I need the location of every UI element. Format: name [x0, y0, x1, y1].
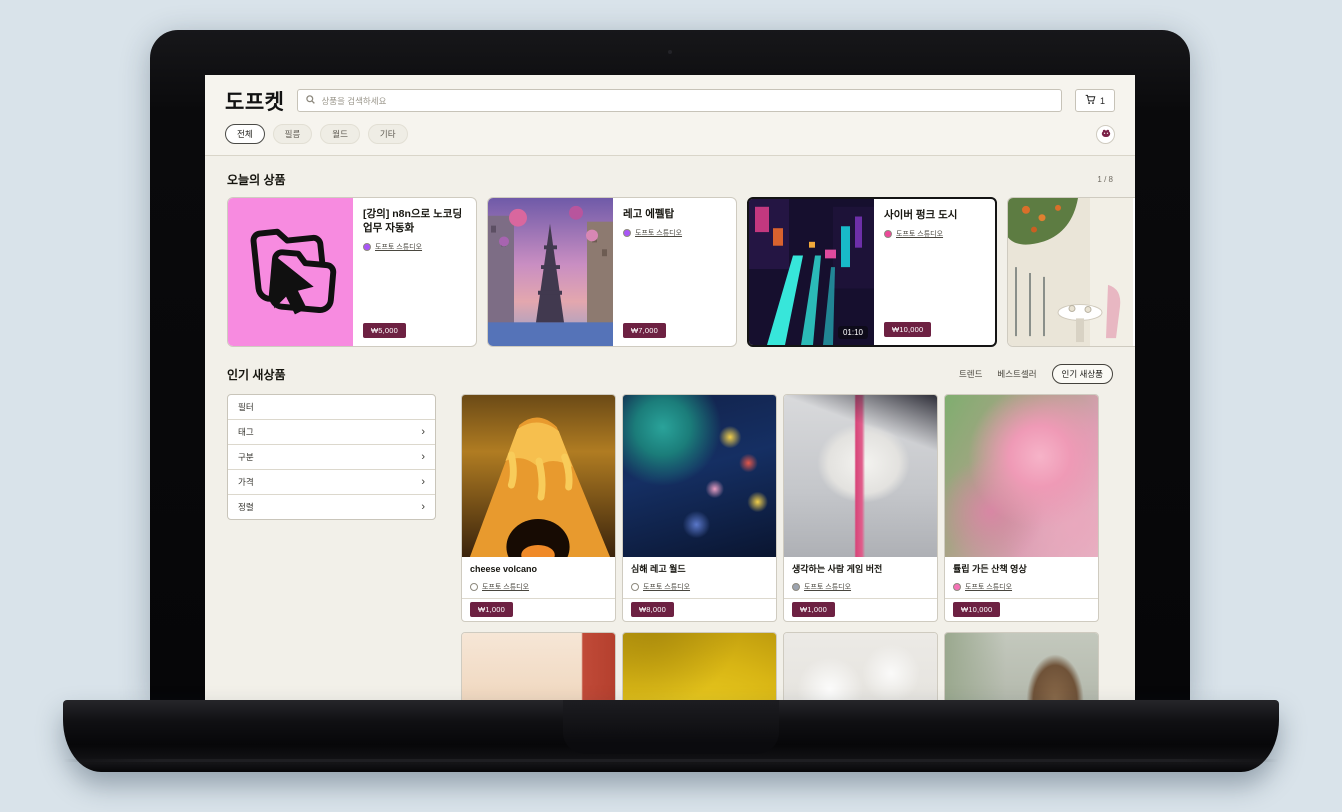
studio-dot [953, 583, 961, 591]
laptop-lid: 도프켓 상품을 검색하세요 1 [150, 30, 1190, 702]
lego-eiffel-tower-illustration [488, 198, 613, 346]
price-badge: ₩1,000 [470, 602, 513, 617]
chip-etc[interactable]: 기타 [368, 124, 408, 144]
cart-count: 1 [1100, 96, 1105, 106]
bokeh-photo [784, 633, 937, 702]
laptop-screen: 도프켓 상품을 검색하세요 1 [205, 75, 1135, 702]
filter-row-tag[interactable]: 태그 [228, 419, 435, 444]
chip-film[interactable]: 필름 [273, 124, 313, 144]
tab-popular-new[interactable]: 인기 새상품 [1052, 364, 1113, 384]
deep-sea-lego-photo [623, 395, 776, 557]
squirrel-photo [945, 633, 1098, 702]
product-card-tulip-garden[interactable]: 튤립 가든 산책 영상 도프토 스튜디오 ₩10,000 [944, 394, 1099, 622]
filter-panel: 필터 태그 구분 [227, 394, 436, 520]
filter-row-type[interactable]: 구분 [228, 444, 435, 469]
video-duration-badge: 01:10 [838, 326, 868, 339]
price-badge: ₩5,000 [363, 323, 406, 338]
cheese-volcano-photo [462, 395, 615, 557]
today-card-n8n-course[interactable]: [강의] n8n으로 노코딩 업무 자동화 도프토 스튜디오 ₩5,000 [227, 197, 477, 347]
product-card-partial-4[interactable] [944, 632, 1099, 702]
thinker-statue-photo [784, 395, 937, 557]
studio-dot [363, 243, 371, 251]
chip-world[interactable]: 월드 [320, 124, 360, 144]
product-title: [강의] n8n으로 노코딩 업무 자동화 [363, 207, 467, 235]
laptop-base-lip [63, 759, 1279, 762]
price-badge: ₩10,000 [884, 322, 931, 337]
studio-dot [623, 229, 631, 237]
popular-tabs: 트렌드 베스트셀러 인기 새상품 [959, 364, 1113, 384]
studio-dot [470, 583, 478, 591]
product-title: 튤립 가든 산책 영상 [953, 564, 1090, 575]
today-carousel: [강의] n8n으로 노코딩 업무 자동화 도프토 스튜디오 ₩5,000 [227, 197, 1135, 347]
product-title: 심해 레고 월드 [631, 564, 768, 575]
search-input[interactable]: 상품을 검색하세요 [297, 89, 1062, 112]
studio-link[interactable]: 도프토 스튜디오 [896, 229, 943, 239]
product-card-partial-1[interactable] [461, 632, 616, 702]
today-card-terrace-partial[interactable] [1007, 197, 1135, 347]
chip-all[interactable]: 전체 [225, 124, 265, 144]
today-card-lego-eiffel[interactable]: 레고 에펠탑 도프토 스튜디오 ₩7,000 [487, 197, 737, 347]
filter-row-price[interactable]: 가격 [228, 469, 435, 494]
search-icon [306, 95, 315, 106]
studio-link[interactable]: 도프토 스튜디오 [635, 228, 682, 238]
avatar-logo-icon [1100, 127, 1112, 142]
cart-button[interactable]: 1 [1075, 89, 1115, 112]
carousel-pagination: 1 / 8 [1097, 175, 1113, 184]
studio-dot [792, 583, 800, 591]
studio-dot [884, 230, 892, 238]
category-chips: 전체 필름 월드 기타 [225, 114, 1115, 155]
cart-icon [1085, 94, 1096, 107]
product-title: 레고 에펠탑 [623, 207, 727, 221]
desktop-background: 도프켓 상품을 검색하세요 1 [0, 0, 1342, 812]
search-placeholder: 상품을 검색하세요 [321, 95, 386, 107]
main-content: 오늘의 상품 1 / 8 [205, 156, 1135, 702]
today-card-cyberpunk-city[interactable]: 01:10 사이버 펑크 도시 도프토 스튜디오 ₩10,000 [747, 197, 997, 347]
studio-link[interactable]: 도프토 스튜디오 [804, 582, 851, 592]
product-title: 생각하는 사람 게임 버전 [792, 564, 929, 575]
terrace-garden-photo [1008, 198, 1133, 346]
user-avatar[interactable] [1096, 125, 1115, 144]
price-badge: ₩10,000 [953, 602, 1000, 617]
marketplace-page: 도프켓 상품을 검색하세요 1 [205, 75, 1135, 702]
product-card-thinker[interactable]: 생각하는 사람 게임 버전 도프토 스튜디오 ₩1,000 [783, 394, 938, 622]
today-section-title: 오늘의 상품 [227, 171, 286, 188]
studio-dot [631, 583, 639, 591]
cyberpunk-city-render: 01:10 [749, 199, 874, 345]
price-badge: ₩8,000 [631, 602, 674, 617]
popular-section-title: 인기 새상품 [227, 366, 286, 383]
laptop-thumb-notch [563, 700, 779, 754]
tab-trend[interactable]: 트렌드 [959, 368, 982, 380]
price-badge: ₩1,000 [792, 602, 835, 617]
popular-section: 인기 새상품 트렌드 베스트셀러 인기 새상품 필터 [227, 364, 1113, 702]
product-title: 사이버 펑크 도시 [884, 208, 986, 222]
studio-link[interactable]: 도프토 스튜디오 [482, 582, 529, 592]
studio-link[interactable]: 도프토 스튜디오 [965, 582, 1012, 592]
chevron-right-icon [421, 502, 425, 513]
pink-folder-cursor-graphic [228, 198, 353, 346]
lemon-photo [623, 633, 776, 702]
product-card-partial-3[interactable] [783, 632, 938, 702]
webcam-dot [668, 50, 672, 54]
filter-row-sort[interactable]: 정렬 [228, 494, 435, 519]
filter-header: 필터 [228, 395, 435, 419]
studio-link[interactable]: 도프토 스튜디오 [375, 242, 422, 252]
chevron-right-icon [421, 477, 425, 488]
product-title: cheese volcano [470, 564, 607, 575]
chevron-right-icon [421, 427, 425, 438]
tab-bestseller[interactable]: 베스트셀러 [997, 368, 1036, 380]
site-header: 도프켓 상품을 검색하세요 1 [205, 75, 1135, 156]
laptop-base [63, 700, 1279, 772]
product-card-partial-2[interactable] [622, 632, 777, 702]
product-grid: cheese volcano 도프토 스튜디오 ₩1,000 [461, 394, 1099, 702]
studio-link[interactable]: 도프토 스튜디오 [643, 582, 690, 592]
chevron-right-icon [421, 452, 425, 463]
interior-photo [462, 633, 615, 702]
price-badge: ₩7,000 [623, 323, 666, 338]
brand-logo[interactable]: 도프켓 [225, 86, 284, 116]
tulip-garden-photo [945, 395, 1098, 557]
product-card-cheese-volcano[interactable]: cheese volcano 도프토 스튜디오 ₩1,000 [461, 394, 616, 622]
product-card-deepsea-lego[interactable]: 심해 레고 월드 도프토 스튜디오 ₩8,000 [622, 394, 777, 622]
